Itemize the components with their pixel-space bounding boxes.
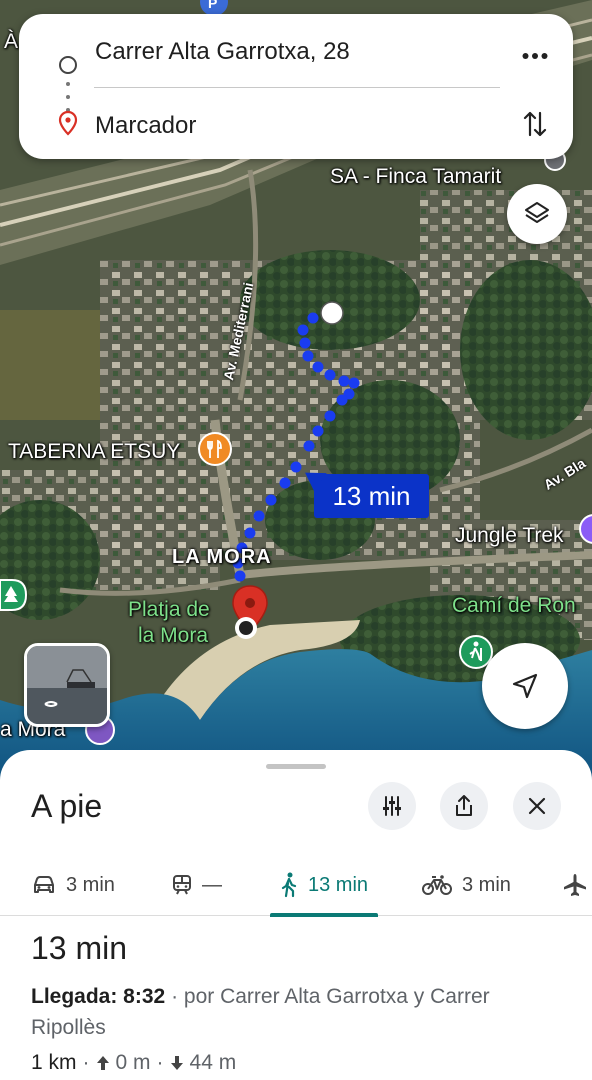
tab-walking-label: 13 min bbox=[308, 873, 369, 896]
restaurant-poi-icon[interactable] bbox=[198, 432, 232, 466]
share-icon bbox=[456, 795, 472, 816]
tab-cycling[interactable]: 3 min bbox=[422, 854, 511, 916]
label-finca-tamarit[interactable]: SA - Finca Tamarit bbox=[330, 165, 501, 189]
train-icon bbox=[173, 875, 191, 895]
ascent-arrow-icon bbox=[96, 1056, 109, 1070]
share-button[interactable] bbox=[440, 782, 488, 830]
tab-transit-label: — bbox=[202, 873, 222, 896]
bicycle-icon bbox=[422, 875, 452, 895]
swap-vertical-icon bbox=[523, 111, 547, 137]
destination-field[interactable]: Marcador bbox=[95, 112, 196, 140]
close-icon bbox=[528, 797, 546, 815]
active-tab-indicator bbox=[270, 913, 379, 917]
directions-bottom-sheet: A pie 3 min — 13 min 3 min 13 min Llegad… bbox=[0, 750, 592, 1080]
park-poi-icon[interactable] bbox=[0, 578, 28, 614]
route-summary[interactable]: 13 min Llegada: 8:32 · por Carrer Alta G… bbox=[31, 930, 561, 1075]
tab-cycling-label: 3 min bbox=[462, 873, 511, 896]
tune-sliders-icon bbox=[383, 796, 401, 816]
travel-mode-title: A pie bbox=[31, 788, 103, 824]
layers-icon bbox=[525, 202, 549, 223]
tab-walking[interactable]: 13 min bbox=[270, 854, 379, 917]
arrival-description: Llegada: 8:32 · por Carrer Alta Garrotxa… bbox=[31, 981, 561, 1043]
svg-text:P: P bbox=[208, 0, 217, 11]
arrival-time: Llegada: 8:32 bbox=[31, 985, 166, 1008]
sheet-drag-handle[interactable] bbox=[266, 764, 326, 769]
descent-arrow-icon bbox=[170, 1056, 183, 1070]
layers-button[interactable] bbox=[507, 184, 567, 244]
route-ascent: 0 m bbox=[115, 1051, 151, 1074]
label-edge: À bbox=[4, 30, 19, 53]
label-cami-de-ronda[interactable]: Camí de Ron bbox=[452, 594, 576, 618]
field-divider bbox=[94, 87, 500, 88]
origin-circle-icon bbox=[59, 56, 77, 74]
tab-driving-label: 3 min bbox=[66, 873, 115, 896]
stat-separator: · bbox=[156, 1051, 164, 1074]
route-descent: 44 m bbox=[189, 1051, 237, 1074]
street-view-image bbox=[27, 646, 107, 724]
route-duration: 13 min bbox=[31, 930, 128, 966]
poi-edge-icon[interactable] bbox=[578, 514, 592, 544]
label-jungle-trek[interactable]: Jungle Trek bbox=[455, 524, 564, 548]
close-button[interactable] bbox=[513, 782, 561, 830]
destination-pin-small-icon bbox=[58, 110, 78, 136]
swap-origin-destination-button[interactable] bbox=[517, 106, 553, 142]
tab-driving[interactable]: 3 min bbox=[32, 854, 115, 916]
more-options-button[interactable] bbox=[517, 38, 553, 74]
route-input-card: Carrer Alta Garrotxa, 28 Marcador bbox=[19, 14, 573, 159]
origin-field[interactable]: Carrer Alta Garrotxa, 28 bbox=[95, 38, 350, 66]
car-icon bbox=[34, 876, 54, 893]
label-platja[interactable]: Platja de la Mora bbox=[128, 597, 210, 649]
street-view-thumbnail[interactable] bbox=[24, 643, 110, 727]
label-platja-line1: Platja de bbox=[128, 598, 210, 621]
route-connector-dots bbox=[66, 82, 70, 112]
stat-separator: · bbox=[82, 1051, 90, 1074]
tab-flight[interactable] bbox=[562, 854, 588, 916]
navigation-arrow-icon bbox=[512, 673, 538, 699]
route-stats: 1 km · 0 m · 44 m bbox=[31, 1051, 561, 1075]
walking-icon bbox=[281, 872, 297, 898]
more-horizontal-icon bbox=[522, 53, 548, 59]
route-distance: 1 km bbox=[31, 1051, 77, 1074]
travel-mode-tabs: 3 min — 13 min 3 min bbox=[0, 854, 592, 917]
airplane-icon bbox=[564, 874, 586, 896]
my-location-button[interactable] bbox=[482, 643, 568, 729]
tab-transit[interactable]: — bbox=[172, 854, 222, 916]
label-la-mora: LA MORA bbox=[172, 546, 272, 568]
route-time-badge[interactable]: 13 min bbox=[314, 474, 429, 518]
label-platja-line2: la Mora bbox=[138, 624, 209, 647]
label-taberna[interactable]: TABERNA ETSUY bbox=[8, 440, 180, 464]
destination-pin-icon[interactable] bbox=[228, 584, 272, 644]
route-options-button[interactable] bbox=[368, 782, 416, 830]
